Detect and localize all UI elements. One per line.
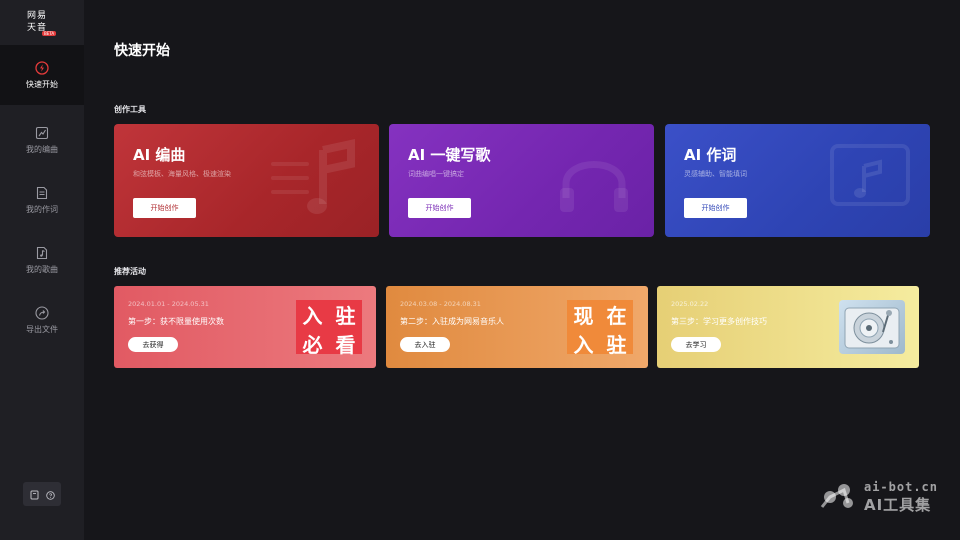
join-button[interactable]: 去入驻 <box>400 337 450 352</box>
sidebar-item-export-files[interactable]: 导出文件 <box>0 290 84 350</box>
stamp-char: 看 <box>335 333 356 357</box>
sidebar-item-label: 快速开始 <box>26 79 58 89</box>
stamp-char: 驻 <box>335 304 356 328</box>
start-creating-button[interactable]: 开始创作 <box>133 198 196 218</box>
stamp-char: 入 <box>573 333 594 357</box>
stamp-char: 入 <box>302 304 323 328</box>
activity-text: 第二步：入驻成为网易音乐人 <box>400 317 504 326</box>
card-title: AI 一键写歌 <box>408 146 491 164</box>
learn-button[interactable]: 去学习 <box>671 337 721 352</box>
card-description: 和弦模板、海量风格、极速渲染 <box>133 170 231 178</box>
sidebar-item-label: 我的歌曲 <box>26 264 58 274</box>
stamp-char: 现 <box>573 304 594 328</box>
sidebar-item-label: 我的编曲 <box>26 144 58 154</box>
app-window: 网易 天音 BETA 快速开始 我的编曲 我的作词 我的歌曲 导出文件 快速开始… <box>0 0 960 540</box>
activity-text: 第三步：学习更多创作技巧 <box>671 317 767 326</box>
logo-mark: 网易 天音 BETA <box>27 10 57 40</box>
sidebar-item-my-lyrics[interactable]: 我的作词 <box>0 170 84 230</box>
get-button[interactable]: 去获得 <box>128 337 178 352</box>
activity-date: 2024.03.08 - 2024.08.31 <box>400 300 481 308</box>
headphones-art-icon <box>544 136 644 230</box>
card-description: 词曲编唱一键搞定 <box>408 170 464 178</box>
start-creating-button[interactable]: 开始创作 <box>684 198 747 218</box>
stamp-char: 驻 <box>606 333 627 357</box>
tool-card-ai-song-writing[interactable]: AI 一键写歌 词曲编唱一键搞定 开始创作 <box>389 124 654 237</box>
watermark-text: ai-bot.cn AI工具集 <box>864 480 938 515</box>
screen-note-art-icon <box>820 136 920 230</box>
activity-card-step-2[interactable]: 2024.03.08 - 2024.08.31 第二步：入驻成为网易音乐人 去入… <box>386 286 648 368</box>
tool-card-ai-arrangement[interactable]: AI 编曲 和弦模板、海量风格、极速渲染 开始创作 <box>114 124 379 237</box>
beta-badge: BETA <box>42 31 57 36</box>
main-content: 快速开始 创作工具 AI 编曲 和弦模板、海量风格、极速渲染 开始创作 AI 一… <box>84 0 960 540</box>
page-title: 快速开始 <box>114 43 170 59</box>
section-title-tools: 创作工具 <box>114 105 146 114</box>
promo-stamp: 现 在 入 驻 <box>567 300 633 357</box>
watermark-brand: AI工具集 <box>863 496 932 514</box>
watermark: ai-bot.cn AI工具集 <box>818 480 938 515</box>
score-icon <box>35 126 49 140</box>
activity-date: 2025.02.22 <box>671 300 709 308</box>
activity-card-step-3[interactable]: 2025.02.22 第三步：学习更多创作技巧 去学习 <box>657 286 919 368</box>
tool-card-ai-lyrics[interactable]: AI 作词 灵感辅助、智能填词 开始创作 <box>665 124 930 237</box>
watermark-domain: ai-bot.cn <box>863 480 938 494</box>
card-title: AI 编曲 <box>133 146 186 164</box>
sidebar-item-my-songs[interactable]: 我的歌曲 <box>0 230 84 290</box>
promo-stamp: 入 驻 必 看 <box>296 300 362 357</box>
sidebar-tools <box>23 482 61 506</box>
app-logo[interactable]: 网易 天音 BETA <box>0 0 84 50</box>
help-icon[interactable] <box>45 485 55 504</box>
start-creating-button[interactable]: 开始创作 <box>408 198 471 218</box>
turntable-image <box>839 300 905 354</box>
watermark-logo-icon <box>818 481 858 515</box>
sidebar-item-label: 导出文件 <box>26 324 58 334</box>
sidebar-item-label: 我的作词 <box>26 204 58 214</box>
song-file-icon <box>35 246 49 260</box>
stamp-char: 必 <box>302 333 323 357</box>
activity-date: 2024.01.01 - 2024.05.31 <box>128 300 209 308</box>
sidebar: 网易 天音 BETA 快速开始 我的编曲 我的作词 我的歌曲 导出文件 <box>0 0 84 540</box>
lightning-icon <box>35 60 49 75</box>
sidebar-item-quick-start[interactable]: 快速开始 <box>0 45 84 105</box>
book-icon[interactable] <box>30 485 39 504</box>
card-description: 灵感辅助、智能填词 <box>684 170 747 178</box>
activity-text: 第一步：获不限量使用次数 <box>128 317 224 326</box>
sidebar-item-my-arrangements[interactable]: 我的编曲 <box>0 110 84 170</box>
export-icon <box>35 305 49 320</box>
activity-card-step-1[interactable]: 2024.01.01 - 2024.05.31 第一步：获不限量使用次数 去获得… <box>114 286 376 368</box>
logo-line-1: 网易 <box>27 11 48 21</box>
lyrics-document-icon <box>35 186 49 200</box>
music-note-art-icon <box>269 136 369 230</box>
section-title-activities: 推荐活动 <box>114 267 146 276</box>
stamp-char: 在 <box>606 304 627 328</box>
card-title: AI 作词 <box>684 146 737 164</box>
